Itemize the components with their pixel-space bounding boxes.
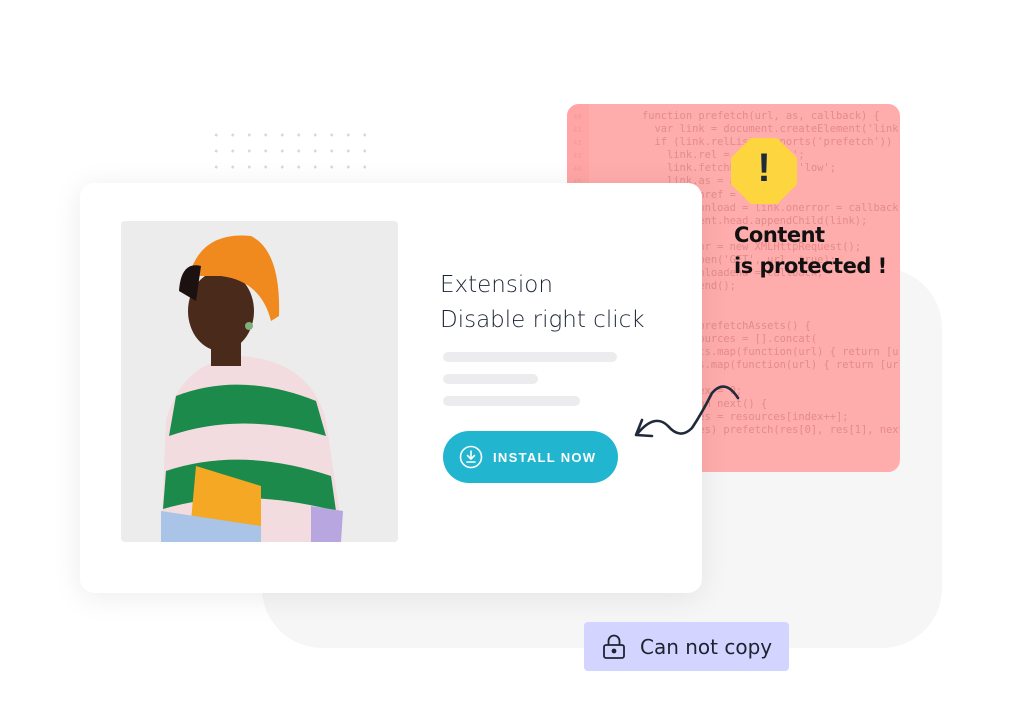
line-number: 40 [573,113,582,121]
install-now-label: INSTALL NOW [493,449,597,465]
placeholder-bar [443,352,617,362]
line-number: 44 [573,165,582,174]
install-now-button[interactable]: INSTALL NOW [443,431,618,483]
can-not-copy-badge: Can not copy [584,622,789,671]
line-number: 43 [573,152,582,161]
protected-message: Content is protected ! [734,220,887,282]
line-number: 41 [573,126,582,135]
protected-line1: Content [734,223,825,247]
code-line: 42 if (link.relList.supports('prefetch')… [573,136,900,149]
warning-icon: ! [731,138,797,204]
title-line2: Disable right click [440,307,645,333]
code-line: 41 var link = document.createElement('li… [573,123,900,136]
lock-icon [602,634,626,660]
placeholder-bar [443,374,538,384]
line-number: 42 [573,139,582,148]
code-text: function prefetch(url, as, callback) { [617,110,880,122]
curvy-arrow-icon [634,385,740,438]
code-line: 40 function prefetch(url, as, callback) … [573,110,900,123]
dot-grid-decoration [208,127,373,177]
product-photo [121,221,398,542]
can-not-copy-label: Can not copy [640,634,773,659]
code-text: link.fetchPriority = 'low'; [617,162,836,175]
code-text: var link = document.createElement('link'… [617,123,900,136]
extension-title: Extension Disable right click [440,268,645,338]
protected-line2: is protected ! [734,254,887,278]
placeholder-bar [443,396,580,406]
download-circle-icon [459,445,483,469]
title-line1: Extension [440,272,553,298]
